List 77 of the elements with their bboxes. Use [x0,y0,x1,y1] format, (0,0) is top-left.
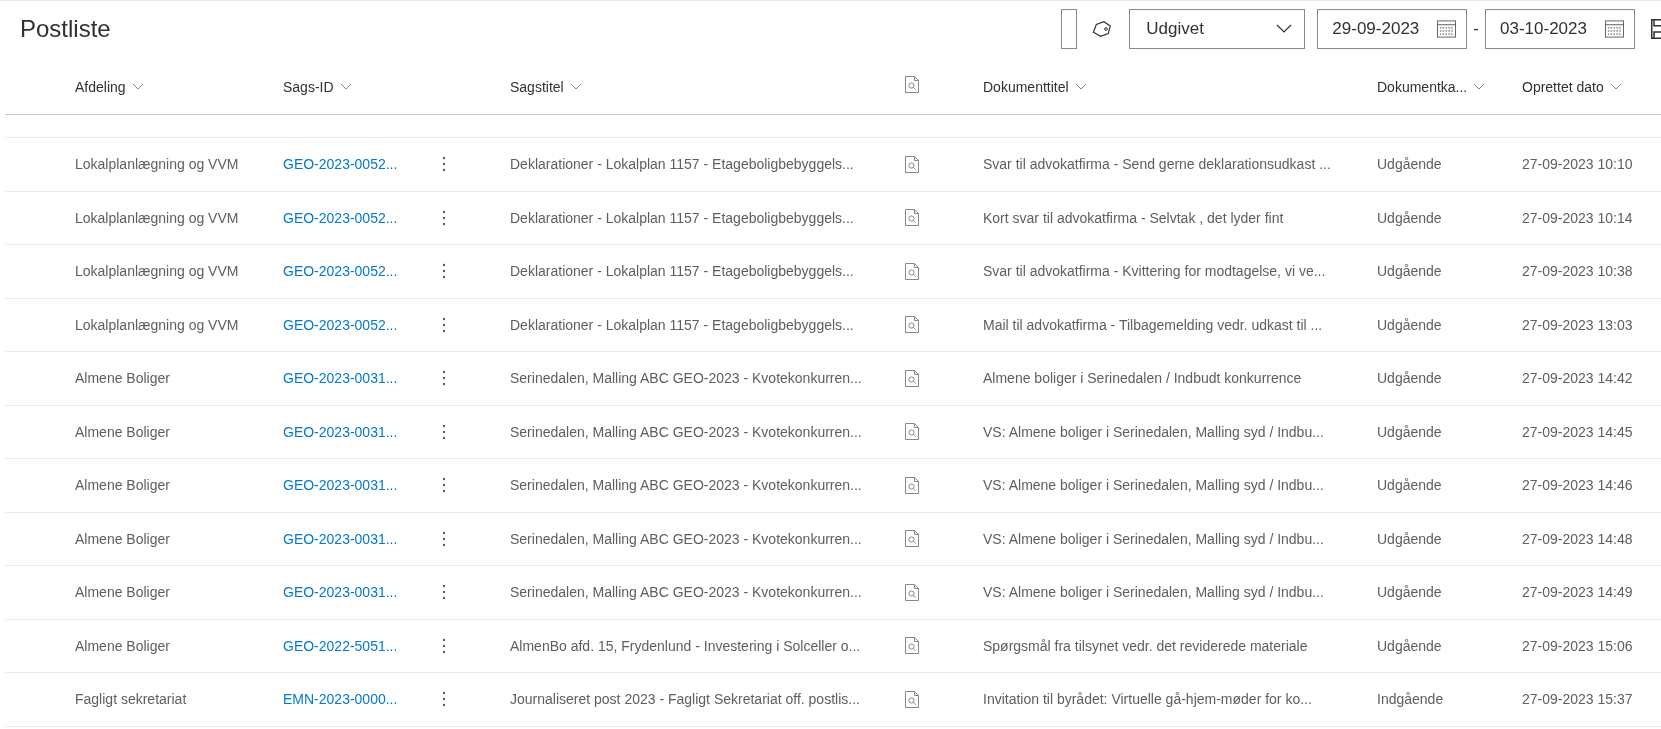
table-cell-text: Svar til advokatfirma - Kvittering for modtagelse, vi ve... [983,263,1327,280]
table-cell-text: Spørgsmål fra tilsynet vedr. det reviderede materiale [983,637,1309,654]
table-cell-text: VS: Almene boliger i Serinedalen, Malling syd / Indbu... [983,530,1325,547]
status-dropdown[interactable]: Udgivet [1129,8,1306,49]
table-cell-text: Kort svar til advokatfirma - Selvtak , det lyder fint [983,209,1285,226]
table-cell-text: Udgående [1377,637,1443,654]
case-id-link[interactable]: GEO-2023-0052... [283,263,440,280]
table-cell-text: 27-09-2023 15:37 [1522,691,1634,708]
case-id-link[interactable]: GEO-2023-0031... [283,423,440,440]
table-cell-text: Deklarationer - Lokalplan 1157 - Etageboligbebyggels... [510,263,855,280]
table-cell-text: Almene boliger i Serinedalen / Indbudt konkurrence [983,370,1303,387]
table-cell-text: Almene Boliger [75,584,171,601]
table-cell-text: Indgående [1377,691,1445,708]
column-header[interactable]: Dokumentka... [1377,78,1486,95]
table-cell-text: 27-09-2023 10:10 [1522,156,1634,173]
table-cell-text: Journaliseret post 2023 - Fagligt Sekretariat off. postlis... [510,691,861,708]
table-cell-text: Lokalplanlægning og VVM [75,263,240,280]
table-cell-text: AlmenBo afd. 15, Frydenlund - Investering i Solceller o... [510,637,862,654]
column-header[interactable]: Dokumenttitel [983,78,1087,95]
table-cell-text: Udgående [1377,423,1443,440]
case-id-link[interactable]: GEO-2023-0031... [283,530,440,547]
table-cell-text: Deklarationer - Lokalplan 1157 - Etageboligbebyggels... [510,209,855,226]
table-cell-text: Almene Boliger [75,530,171,547]
table-cell-text: Almene Boliger [75,423,171,440]
table-cell-text: Serinedalen, Malling ABC GEO-2023 - Kvotekonkurren... [510,584,863,601]
date-field[interactable]: 29-09-2023 [1317,8,1468,49]
table-cell-text: Udgående [1377,477,1443,494]
table-cell-text: Deklarationer - Lokalplan 1157 - Etageboligbebyggels... [510,316,855,333]
table-cell-text: 27-09-2023 14:46 [1522,477,1634,494]
table-cell-text: 27-09-2023 10:38 [1522,263,1634,280]
case-id-link[interactable]: GEO-2023-0052... [283,209,440,226]
column-header[interactable]: Sags-ID [283,78,352,95]
column-header[interactable]: Oprettet dato [1522,78,1622,95]
table-cell-text: Udgående [1377,370,1443,387]
table-cell-text: 27-09-2023 10:14 [1522,209,1634,226]
table-cell-text: Udgående [1377,530,1443,547]
table-cell-text: 27-09-2023 14:49 [1522,584,1634,601]
table-cell-text: Serinedalen, Malling ABC GEO-2023 - Kvotekonkurren... [510,530,863,547]
column-header[interactable]: Sagstitel [510,78,582,95]
table-cell-text: 27-09-2023 15:06 [1522,637,1634,654]
date-separator: - [1473,18,1479,39]
case-id-link[interactable]: GEO-2023-0052... [283,156,440,173]
table-cell-text: Mail til advokatfirma - Tilbagemelding vedr. udkast til ... [983,316,1324,333]
case-id-link[interactable]: GEO-2023-0031... [283,477,440,494]
table-cell-text: Svar til advokatfirma - Send gerne deklarationsudkast ... [983,156,1332,173]
page-title: Postliste [20,14,112,43]
case-id-link[interactable]: EMN-2023-0000... [283,691,440,708]
table-cell-text: Serinedalen, Malling ABC GEO-2023 - Kvotekonkurren... [510,423,863,440]
table-cell-text: Udgående [1377,209,1443,226]
table-cell-text: Udgående [1377,263,1443,280]
table-cell-text: Deklarationer - Lokalplan 1157 - Etageboligbebyggels... [510,156,855,173]
table-cell-text: Udgående [1377,156,1443,173]
table-cell-text: Udgående [1377,316,1443,333]
table-cell-text: Lokalplanlægning og VVM [75,209,240,226]
case-id-link[interactable]: GEO-2023-0031... [283,370,440,387]
table-cell-text: 27-09-2023 13:03 [1522,316,1634,333]
table-cell-text: Almene Boliger [75,637,171,654]
table-cell-text: Serinedalen, Malling ABC GEO-2023 - Kvotekonkurren... [510,477,863,494]
table-cell-text: VS: Almene boliger i Serinedalen, Malling syd / Indbu... [983,477,1325,494]
table-cell-text: Serinedalen, Malling ABC GEO-2023 - Kvotekonkurren... [510,370,863,387]
table-cell-text: 27-09-2023 14:45 [1522,423,1634,440]
table-cell-text: Fagligt sekretariat [75,691,188,708]
case-id-link[interactable]: GEO-2023-0031... [283,584,440,601]
table-cell-text: VS: Almene boliger i Serinedalen, Malling syd / Indbu... [983,423,1325,440]
table-cell-text: 27-09-2023 14:48 [1522,530,1634,547]
table-cell-text: VS: Almene boliger i Serinedalen, Malling syd / Indbu... [983,584,1325,601]
table-cell-text: Almene Boliger [75,370,171,387]
table-cell-text: Invitation til byrådet: Virtuelle gå-hjem-møder for ko... [983,691,1313,708]
table-cell-text: 27-09-2023 14:42 [1522,370,1634,387]
table-cell-text: Lokalplanlægning og VVM [75,316,240,333]
table-cell-text: Udgående [1377,584,1443,601]
date-field[interactable]: 03-10-2023 [1485,8,1635,49]
table-cell-text: Lokalplanlægning og VVM [75,156,240,173]
column-header[interactable]: Afdeling [75,78,144,95]
case-id-link[interactable]: GEO-2023-0052... [283,316,440,333]
case-id-link[interactable]: GEO-2022-5051... [283,637,440,654]
table-cell-text: Almene Boliger [75,477,171,494]
